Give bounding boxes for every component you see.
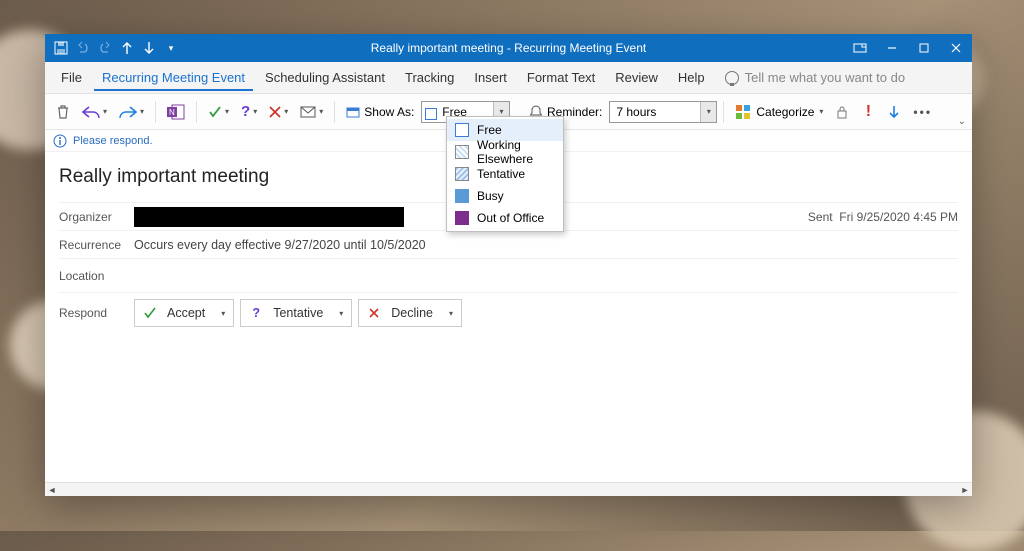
send-down-icon[interactable] xyxy=(139,38,159,58)
tab-tracking[interactable]: Tracking xyxy=(397,64,462,91)
title-bar: ▾ Really important meeting - Recurring M… xyxy=(45,34,972,62)
tentative-button[interactable]: ? Tentative▾ xyxy=(240,299,352,327)
tab-format-text[interactable]: Format Text xyxy=(519,64,603,91)
send-up-icon[interactable] xyxy=(117,38,137,58)
outlook-meeting-window: ▾ Really important meeting - Recurring M… xyxy=(45,34,972,496)
horizontal-scrollbar[interactable]: ◄ ► xyxy=(45,482,972,496)
calendar-icon xyxy=(346,106,360,118)
recurrence-row: Recurrence Occurs every day effective 9/… xyxy=(59,230,958,258)
maximize-button[interactable] xyxy=(908,34,940,62)
tab-insert[interactable]: Insert xyxy=(466,64,515,91)
close-button[interactable] xyxy=(940,34,972,62)
decline-split-button[interactable]: ▾ xyxy=(264,99,293,125)
more-actions-button[interactable]: ••• xyxy=(908,99,937,125)
swatch-tentative-icon xyxy=(455,167,469,181)
reminder-value: 7 hours xyxy=(616,105,656,119)
respond-label: Respond xyxy=(59,306,134,320)
tab-review[interactable]: Review xyxy=(607,64,666,91)
show-as-option-tentative[interactable]: Tentative xyxy=(447,163,563,185)
qat-customize-icon[interactable]: ▾ xyxy=(161,38,181,58)
window-title: Really important meeting - Recurring Mee… xyxy=(45,41,972,55)
undo-icon[interactable] xyxy=(73,38,93,58)
svg-text:N: N xyxy=(169,108,175,117)
save-icon[interactable] xyxy=(51,38,71,58)
tab-recurring-meeting-event[interactable]: Recurring Meeting Event xyxy=(94,64,253,91)
info-text: Please respond. xyxy=(73,135,153,147)
organizer-value-redacted xyxy=(134,207,404,227)
private-button[interactable] xyxy=(830,99,854,125)
question-icon: ? xyxy=(249,306,263,320)
high-importance-button[interactable]: ! xyxy=(856,99,880,125)
respond-row: Respond Accept▾ ? Tentative▾ Decline▾ xyxy=(59,292,958,327)
reminder-combobox[interactable]: 7 hours ▾ xyxy=(609,101,717,123)
scroll-right-icon[interactable]: ► xyxy=(958,485,972,495)
ribbon-display-button[interactable] xyxy=(844,34,876,62)
x-icon xyxy=(367,308,381,318)
reply-button[interactable]: ▾ xyxy=(77,99,112,125)
decline-button[interactable]: Decline▾ xyxy=(358,299,462,327)
lightbulb-icon xyxy=(725,71,739,85)
categorize-icon xyxy=(735,104,751,120)
show-as-label: Show As: xyxy=(341,99,419,125)
sent-info: Sent Fri 9/25/2020 4:45 PM xyxy=(808,210,958,224)
recurrence-label: Recurrence xyxy=(59,238,134,252)
swatch-busy-icon xyxy=(455,189,469,203)
lock-icon xyxy=(835,105,849,119)
chevron-down-icon[interactable]: ▾ xyxy=(700,102,716,122)
scroll-left-icon[interactable]: ◄ xyxy=(45,485,59,495)
low-importance-button[interactable] xyxy=(882,99,906,125)
tab-help[interactable]: Help xyxy=(670,64,713,91)
tab-scheduling-assistant[interactable]: Scheduling Assistant xyxy=(257,64,393,91)
show-as-option-working-elsewhere[interactable]: Working Elsewhere xyxy=(447,141,563,163)
checkmark-icon xyxy=(143,307,157,319)
tell-me-search[interactable]: Tell me what you want to do xyxy=(725,70,905,85)
show-as-option-busy[interactable]: Busy xyxy=(447,185,563,207)
info-icon xyxy=(53,134,67,148)
tell-me-placeholder: Tell me what you want to do xyxy=(745,70,905,85)
minimize-button[interactable] xyxy=(876,34,908,62)
delete-button[interactable] xyxy=(51,99,75,125)
tentative-split-button[interactable]: ?▾ xyxy=(236,99,262,125)
location-row: Location xyxy=(59,258,958,292)
accept-split-button[interactable]: ▾ xyxy=(203,99,234,125)
redo-icon[interactable] xyxy=(95,38,115,58)
tab-file[interactable]: File xyxy=(53,64,90,91)
respond-split-button[interactable]: ▾ xyxy=(295,99,328,125)
swatch-working-elsewhere-icon xyxy=(455,145,469,159)
show-as-option-out-of-office[interactable]: Out of Office xyxy=(447,207,563,229)
show-as-dropdown: Free Working Elsewhere Tentative Busy Ou… xyxy=(446,116,564,232)
arrow-down-icon xyxy=(888,105,900,119)
categorize-button[interactable]: Categorize▾ xyxy=(730,99,828,125)
swatch-out-of-office-icon xyxy=(455,211,469,225)
ribbon-tabs: File Recurring Meeting Event Scheduling … xyxy=(45,62,972,94)
swatch-free-icon xyxy=(455,123,469,137)
location-label: Location xyxy=(59,269,134,283)
quick-access-toolbar: ▾ xyxy=(45,38,181,58)
organizer-label: Organizer xyxy=(59,210,134,224)
recurrence-value: Occurs every day effective 9/27/2020 unt… xyxy=(134,238,426,252)
collapse-ribbon-icon[interactable]: ⌄ xyxy=(958,116,966,127)
accept-button[interactable]: Accept▾ xyxy=(134,299,234,327)
forward-button[interactable]: ▾ xyxy=(114,99,149,125)
onenote-button[interactable]: N xyxy=(162,99,190,125)
